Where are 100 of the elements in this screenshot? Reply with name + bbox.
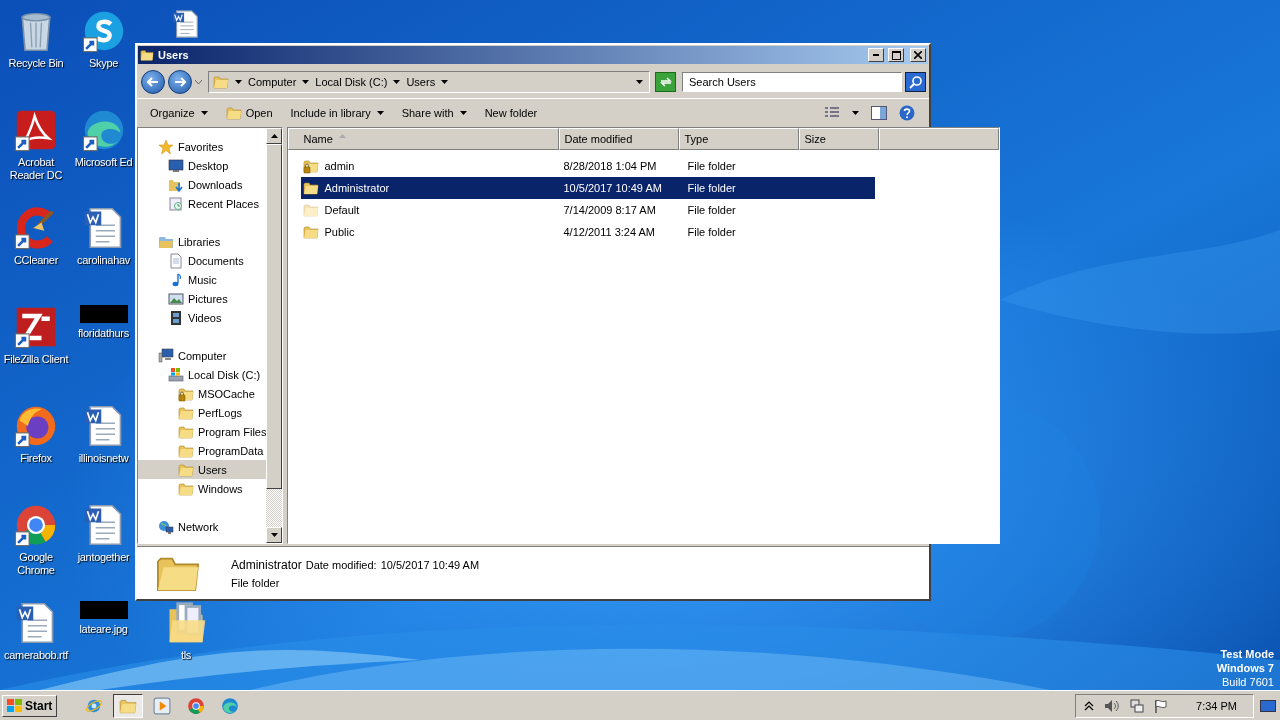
maximize-icon [891, 50, 901, 60]
preview-pane-icon [871, 106, 887, 120]
nav-item[interactable]: Desktop [138, 156, 267, 175]
nav-item[interactable]: PerfLogs [138, 403, 267, 422]
close-icon [914, 51, 922, 59]
table-cell-text: File folder [686, 226, 737, 238]
refresh-button[interactable] [655, 72, 676, 92]
table-cell-text: 7/14/2009 8:17 AM [562, 204, 657, 216]
list-view-icon [824, 107, 840, 119]
file-row[interactable]: Public 4/12/2011 3:24 AM File folder [301, 221, 876, 243]
toolbar-button[interactable]: Organize [141, 104, 217, 122]
breadcrumb[interactable]: Computer [248, 76, 297, 88]
table-cell-text: File folder [686, 160, 737, 172]
close-button[interactable] [910, 48, 926, 62]
column-header[interactable]: Type [679, 128, 800, 150]
toolbar-button[interactable]: New folder [475, 104, 547, 122]
nav-item[interactable]: Recent Places [138, 194, 267, 213]
scrollbar[interactable] [266, 128, 283, 543]
column-header[interactable]: Date modified [559, 128, 680, 150]
back-button[interactable] [141, 70, 165, 94]
window-title: Users [158, 49, 189, 61]
dropdown-icon [636, 80, 643, 84]
nav-item[interactable]: Users [138, 460, 267, 479]
nav-item[interactable]: Libraries [138, 232, 267, 251]
os-notice-text: Test Mode [1220, 647, 1274, 661]
start-button[interactable]: Start [2, 694, 58, 717]
file-row[interactable]: admin 8/28/2018 1:04 PM File folder [301, 155, 876, 177]
search-icon [908, 75, 923, 89]
sort-arrow-icon [338, 134, 346, 138]
nav-item[interactable]: Pictures [138, 289, 267, 308]
nav-item[interactable]: MSOCache [138, 384, 267, 403]
taskbar-app[interactable] [113, 693, 144, 718]
desktop-icon [168, 157, 184, 174]
folder-icon [140, 48, 154, 62]
chrome-icon [187, 696, 206, 715]
forward-button[interactable] [168, 70, 192, 94]
clock[interactable]: 7:34 PM [1196, 699, 1237, 712]
nav-item[interactable]: Videos [138, 308, 267, 327]
maximize-button[interactable] [888, 48, 904, 62]
nav-item[interactable]: Local Disk (C:) [138, 365, 267, 384]
date-value: 10/5/2017 10:49 AM [380, 558, 480, 571]
breadcrumb[interactable]: Local Disk (C:) [315, 76, 388, 88]
forward-arrow-icon [174, 77, 186, 87]
nav-item[interactable]: Downloads [138, 175, 267, 194]
search-field[interactable]: Search Users [682, 72, 902, 92]
show-desktop-button[interactable] [1258, 697, 1278, 714]
nav-item[interactable]: Computer [138, 346, 267, 365]
scroll-up-icon[interactable] [270, 134, 278, 138]
back-arrow-icon [147, 77, 159, 87]
file-name: Administrator [324, 182, 390, 194]
table-cell-text: 8/28/2018 1:04 PM [562, 160, 658, 172]
caret-icon [195, 80, 202, 84]
nav-item[interactable]: Documents [138, 251, 267, 270]
refresh-icon [658, 76, 673, 88]
windows-logo-icon [7, 698, 23, 713]
nav-item[interactable]: ProgramData [138, 441, 267, 460]
file-row[interactable]: Default 7/14/2009 8:17 AM File folder [301, 199, 876, 221]
column-header[interactable]: Name [288, 128, 560, 150]
caret-icon [852, 111, 859, 115]
toolbar-button[interactable]: Open [216, 102, 282, 124]
documents-icon [168, 252, 184, 269]
computer-icon [158, 347, 174, 364]
edge-icon [221, 696, 240, 715]
caret-icon [459, 111, 467, 115]
desktop-icon [1260, 699, 1276, 712]
table-cell-text: File folder [686, 204, 737, 216]
file-name: Default [324, 204, 360, 216]
file-name: Public [324, 226, 355, 238]
network-icon [158, 518, 174, 535]
toolbar-button[interactable]: Include in library [281, 104, 393, 122]
address-bar[interactable]: Computer Local Disk (C:) Users [208, 71, 650, 93]
toolbar-button[interactable]: Share with [392, 104, 476, 122]
nav-item[interactable]: Windows [138, 479, 267, 498]
column-header[interactable]: Size [799, 128, 880, 150]
star-icon [158, 138, 174, 155]
nav-item[interactable]: Music [138, 270, 267, 289]
minimize-button[interactable] [868, 48, 884, 62]
caret-icon [200, 111, 208, 115]
item-name: Administrator [231, 557, 302, 572]
table-cell-text: File folder [686, 182, 737, 194]
os-notice-text: Build 7601 [1222, 675, 1274, 689]
search-button[interactable] [905, 72, 926, 92]
nav-item[interactable]: Network [138, 517, 267, 536]
table-cell-text: 10/5/2017 10:49 AM [562, 182, 663, 194]
breadcrumb[interactable]: Users [406, 76, 436, 88]
caret-icon [393, 80, 401, 84]
help-icon [899, 105, 915, 121]
videos-icon [168, 309, 184, 326]
minimize-icon [873, 54, 879, 56]
network-icon [1130, 698, 1145, 713]
speaker-icon [1104, 698, 1121, 713]
table-cell-text: 4/12/2011 3:24 AM [562, 226, 656, 238]
nav-item[interactable]: Favorites [138, 137, 267, 156]
file-row[interactable]: Administrator 10/5/2017 10:49 AM File folder [301, 177, 876, 199]
nav-item[interactable]: Program Files [138, 422, 267, 441]
file-name: admin [324, 160, 355, 172]
disk-icon [168, 366, 184, 383]
date-label: Date modified: [305, 558, 377, 571]
chevron-up-icon [1084, 700, 1095, 711]
scroll-down-icon[interactable] [270, 533, 278, 537]
